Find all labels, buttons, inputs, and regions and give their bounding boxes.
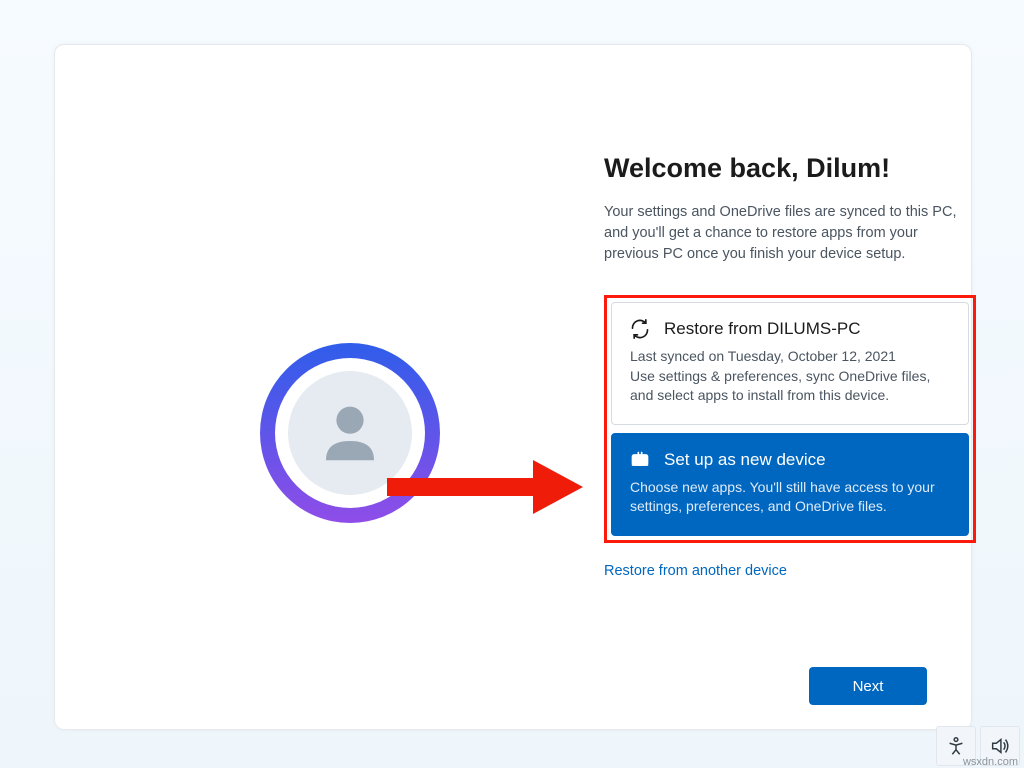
next-button[interactable]: Next [809,667,927,705]
page-title: Welcome back, Dilum! [604,153,976,184]
content-column: Welcome back, Dilum! Your settings and O… [604,153,976,579]
sync-icon [630,319,650,339]
device-icon [630,450,650,470]
restore-another-device-link[interactable]: Restore from another device [604,563,976,579]
person-icon [310,393,390,473]
watermark-text: wsxdn.com [963,756,1018,768]
option-restore-from-pc[interactable]: Restore from DILUMS-PC Last synced on Tu… [611,302,969,425]
option-restore-title: Restore from DILUMS-PC [664,319,860,339]
option-new-title: Set up as new device [664,450,826,470]
option-restore-desc: Last synced on Tuesday, October 12, 2021… [630,347,950,406]
avatar-placeholder [288,371,412,495]
options-highlight-box: Restore from DILUMS-PC Last synced on Tu… [604,295,976,543]
speaker-icon [989,735,1011,757]
setup-card: Welcome back, Dilum! Your settings and O… [54,44,972,730]
page-subtitle: Your settings and OneDrive files are syn… [604,202,976,265]
accessibility-icon [945,735,967,757]
option-new-desc: Choose new apps. You'll still have acces… [630,478,950,517]
avatar-graphic [260,343,440,523]
option-setup-new-device[interactable]: Set up as new device Choose new apps. Yo… [611,433,969,536]
